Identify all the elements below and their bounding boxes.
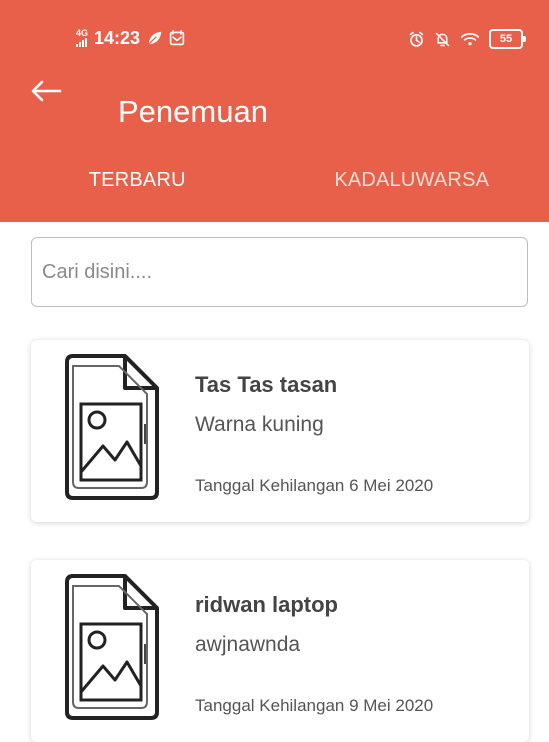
tab-bar: TERBARU KADALUWARSA (0, 150, 549, 222)
alarm-icon (408, 31, 425, 48)
toolbar: Penemuan (0, 64, 549, 120)
wifi-icon (460, 31, 480, 48)
search-input[interactable] (32, 238, 527, 306)
image-file-icon (61, 572, 161, 722)
status-bar: 4G 14:23 (0, 0, 549, 60)
status-right-group: 55 (408, 29, 523, 49)
battery-indicator: 55 (489, 29, 523, 49)
network-type-label: 4G (76, 29, 88, 37)
status-time: 14:23 (94, 29, 140, 47)
network-indicator: 4G (76, 29, 88, 47)
item-date: Tanggal Kehilangan 6 Mei 2020 (195, 476, 433, 496)
page-title: Penemuan (118, 94, 268, 130)
signal-icon (76, 37, 87, 47)
calendar-icon (169, 30, 185, 46)
item-title: Tas Tas tasan (195, 372, 337, 398)
arrow-left-icon (30, 79, 62, 103)
item-title: ridwan laptop (195, 592, 338, 618)
back-button[interactable] (28, 76, 64, 106)
leaf-icon (146, 30, 163, 47)
app-bar: 4G 14:23 (0, 0, 549, 222)
item-description: awjnawnda (195, 633, 300, 657)
item-description: Warna kuning (195, 413, 324, 437)
item-date: Tanggal Kehilangan 9 Mei 2020 (195, 696, 433, 716)
tab-terbaru[interactable]: TERBARU (0, 150, 275, 222)
list-item[interactable]: Tas Tas tasan Warna kuning Tanggal Kehil… (31, 340, 529, 522)
tab-kadaluwarsa[interactable]: KADALUWARSA (275, 150, 549, 222)
image-file-icon (61, 352, 161, 502)
list-item[interactable]: ridwan laptop awjnawnda Tanggal Kehilang… (31, 560, 529, 742)
search-box (31, 237, 528, 307)
notification-off-icon (434, 31, 451, 48)
status-left-group: 4G 14:23 (76, 29, 185, 47)
